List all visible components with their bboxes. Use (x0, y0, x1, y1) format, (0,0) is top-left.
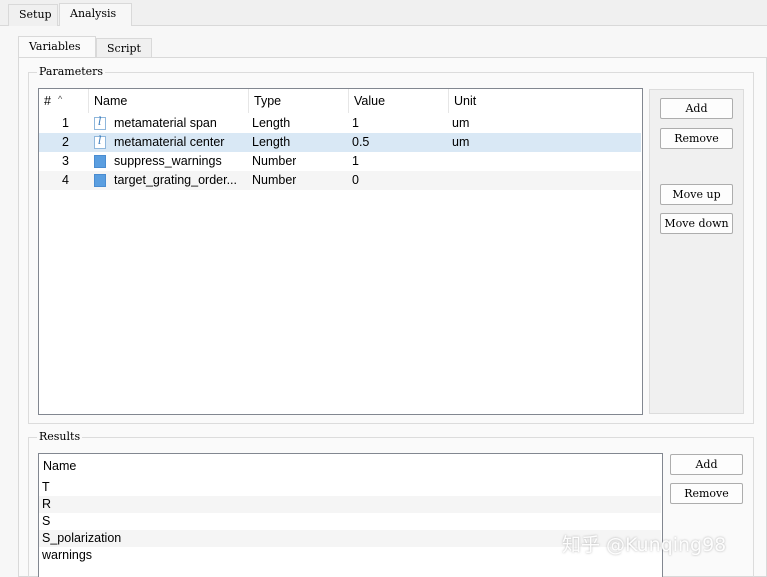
results-column-header-label: Name (43, 459, 77, 473)
row-name: metamaterial center (114, 135, 225, 149)
table-row-selected[interactable]: 2 metamaterial center Length 0.5 um (39, 133, 641, 152)
row-number: 1 (62, 116, 69, 130)
list-item[interactable]: S (39, 513, 661, 530)
add-parameter-label: Add (685, 102, 708, 115)
table-row[interactable]: 3 suppress_warnings Number 1 (39, 152, 641, 171)
remove-parameter-button[interactable]: Remove (660, 128, 733, 149)
table-row[interactable]: 1 metamaterial span Length 1 um (39, 114, 641, 133)
list-item[interactable]: T (39, 479, 661, 496)
results-column-header-name[interactable]: Name (39, 454, 662, 478)
subtab-script[interactable]: Script (96, 38, 152, 59)
column-header-number-label: # (44, 94, 51, 108)
number-variable-icon (94, 155, 106, 168)
parameters-table-header: # ^ Name Type Value Unit (39, 89, 642, 113)
row-name: suppress_warnings (114, 154, 222, 168)
length-variable-icon (94, 115, 106, 130)
remove-parameter-label: Remove (674, 132, 719, 145)
column-header-value[interactable]: Value (349, 89, 449, 113)
subtab-script-label: Script (107, 42, 141, 55)
row-value: 0.5 (352, 135, 370, 149)
tab-setup-label: Setup (19, 8, 52, 21)
row-name: target_grating_order... (114, 173, 237, 187)
column-header-type-label: Type (254, 94, 282, 108)
tab-analysis-label: Analysis (70, 7, 117, 20)
move-up-button[interactable]: Move up (660, 184, 733, 205)
row-value: 0 (352, 173, 359, 187)
row-type: Length (252, 116, 291, 130)
result-name: T (42, 480, 50, 494)
column-header-unit[interactable]: Unit (449, 89, 642, 113)
column-header-name[interactable]: Name (89, 89, 249, 113)
row-name: metamaterial span (114, 116, 217, 130)
column-header-value-label: Value (354, 94, 386, 108)
result-name: R (42, 497, 52, 511)
table-row[interactable]: 4 target_grating_order... Number 0 (39, 171, 641, 190)
subtab-variables-label: Variables (29, 40, 81, 53)
row-unit: um (452, 135, 470, 149)
row-type: Number (252, 154, 297, 168)
move-down-label: Move down (664, 217, 729, 230)
add-parameter-button[interactable]: Add (660, 98, 733, 119)
add-result-button[interactable]: Add (670, 454, 743, 475)
results-title: Results (37, 430, 83, 443)
results-table[interactable]: Name T R S S_polarization warnings (38, 453, 663, 577)
column-header-type[interactable]: Type (249, 89, 349, 113)
result-name: S (42, 514, 51, 528)
result-name: warnings (42, 548, 93, 562)
parameters-title: Parameters (37, 65, 106, 78)
watermark: 知乎 @Kunqing98 (562, 534, 727, 556)
move-up-label: Move up (672, 188, 721, 201)
row-type: Length (252, 135, 291, 149)
column-header-number[interactable]: # ^ (39, 89, 89, 113)
number-variable-icon (94, 174, 106, 187)
column-header-name-label: Name (94, 94, 128, 108)
list-item[interactable]: R (39, 496, 661, 513)
top-tab-bar: Setup Analysis (0, 0, 767, 27)
tab-analysis[interactable]: Analysis (59, 3, 132, 27)
row-type: Number (252, 173, 297, 187)
sort-ascending-icon: ^ (58, 94, 63, 104)
subtab-variables[interactable]: Variables (18, 36, 96, 59)
row-number: 3 (62, 154, 69, 168)
result-name: S_polarization (42, 531, 122, 545)
add-result-label: Add (695, 458, 718, 471)
column-header-unit-label: Unit (454, 94, 477, 108)
row-unit: um (452, 116, 470, 130)
row-value: 1 (352, 116, 359, 130)
row-value: 1 (352, 154, 359, 168)
remove-result-button[interactable]: Remove (670, 483, 743, 504)
row-number: 2 (62, 135, 69, 149)
parameters-table[interactable]: # ^ Name Type Value Unit 1 metamaterial … (38, 88, 643, 415)
length-variable-icon (94, 134, 106, 149)
remove-result-label: Remove (684, 487, 729, 500)
tab-setup[interactable]: Setup (8, 4, 58, 26)
move-down-button[interactable]: Move down (660, 213, 733, 234)
row-number: 4 (62, 173, 69, 187)
